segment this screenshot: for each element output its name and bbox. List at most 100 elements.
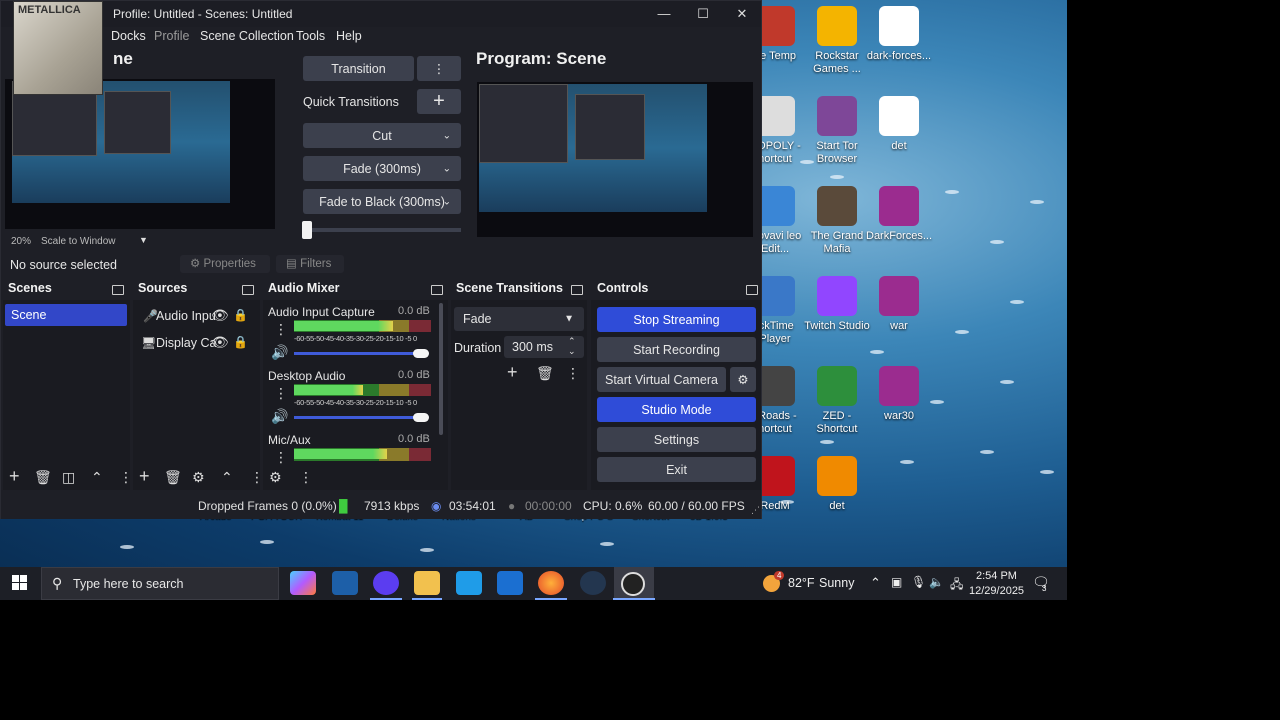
undock-icon[interactable] [571, 285, 583, 295]
add-scene-icon[interactable]: + [9, 467, 20, 485]
firefox-icon[interactable] [538, 571, 564, 595]
undock-icon[interactable] [431, 285, 443, 295]
gear-icon[interactable]: ⚙ [730, 367, 756, 392]
chevron-up-icon[interactable]: ⌃ [221, 470, 233, 484]
more-options-icon[interactable]: ⋮ [566, 366, 580, 380]
store-icon[interactable] [456, 571, 482, 595]
source-item[interactable]: Display Ca [156, 336, 216, 350]
menu-help[interactable]: Help [336, 29, 362, 43]
eye-icon[interactable]: 👁 [211, 308, 229, 322]
scene-item[interactable]: Scene [5, 304, 127, 326]
quick-transition-cut[interactable]: Cut ⌄ [303, 123, 461, 148]
clock-date[interactable]: 12/29/2025 [969, 585, 1024, 597]
desktop-app-icon[interactable] [332, 571, 358, 595]
windows-start-icon[interactable] [12, 575, 28, 591]
undock-icon[interactable] [242, 285, 254, 295]
speaker-icon[interactable]: 🔊 [271, 345, 288, 359]
resize-grip-icon[interactable]: ⋰ [751, 505, 760, 516]
menu-scene-collection[interactable]: Scene Collection [200, 29, 294, 43]
obs-taskbar-button[interactable] [614, 567, 654, 600]
chevron-down-icon[interactable]: ▼ [139, 235, 148, 245]
close-button[interactable]: ✕ [727, 4, 757, 24]
desktop-icon[interactable]: Start Tor Browser [804, 96, 870, 166]
desktop-icon[interactable]: dark-forces... [866, 6, 932, 63]
desktop-icon[interactable]: det [804, 456, 870, 513]
volume-slider[interactable] [294, 416, 419, 419]
transition-select[interactable]: Fade ▼ [454, 307, 584, 331]
studio-mode-button[interactable]: Studio Mode [597, 397, 756, 422]
weather-text[interactable]: Sunny [819, 576, 854, 590]
source-item[interactable]: Audio Inpu [156, 309, 216, 323]
desktop-icon[interactable]: Twitch Studio [804, 276, 870, 333]
chevron-up-icon[interactable]: ⌃ [91, 470, 103, 484]
desktop-icon[interactable]: The Grand Mafia [804, 186, 870, 256]
desktop-icon[interactable]: war [866, 276, 932, 333]
copilot-icon[interactable] [290, 571, 316, 595]
more-options-icon[interactable]: ⋮ [417, 56, 461, 81]
transition-button[interactable]: Transition [303, 56, 414, 81]
settings-button[interactable]: Settings [597, 427, 756, 452]
weather-temp[interactable]: 82°F [788, 576, 815, 590]
spin-down-icon[interactable]: ⌄ [568, 346, 576, 357]
trash-icon[interactable]: 🗑 [536, 366, 554, 380]
mixer-scrollbar[interactable] [439, 303, 443, 435]
start-virtual-camera-button[interactable]: Start Virtual Camera [597, 367, 726, 392]
clock-time[interactable]: 2:54 PM [976, 570, 1017, 582]
minimize-button[interactable]: — [649, 4, 679, 24]
menu-docks[interactable]: Docks [111, 29, 146, 43]
menu-profile[interactable]: Profile [154, 29, 189, 43]
lock-icon[interactable]: 🔒 [233, 335, 248, 349]
volume-knob[interactable] [413, 413, 429, 422]
chevron-up-icon[interactable]: ⌃ [870, 575, 881, 591]
search-box[interactable]: ⚲ Type here to search [41, 567, 279, 600]
scale-mode-select[interactable]: Scale to Window [41, 236, 115, 247]
eye-icon[interactable]: 👁 [211, 335, 229, 349]
network-icon[interactable]: 🖧 [950, 575, 963, 596]
steam-icon[interactable] [580, 571, 606, 595]
stop-streaming-button[interactable]: Stop Streaming [597, 307, 756, 332]
desktop-icon[interactable]: DarkForces... [866, 186, 932, 243]
undock-icon[interactable] [112, 285, 124, 295]
preview-canvas[interactable] [5, 79, 275, 229]
title-bar[interactable]: Profile: Untitled - Scenes: Untitled — ☐… [1, 1, 761, 27]
meet-now-icon[interactable]: ▣ [891, 575, 902, 589]
mail-icon[interactable] [497, 571, 523, 595]
microphone-icon[interactable]: 🎙 [911, 575, 926, 589]
add-quick-transition-button[interactable]: + [417, 89, 461, 114]
volume-knob[interactable] [413, 349, 429, 358]
discord-icon[interactable] [373, 571, 399, 595]
desktop-icon[interactable]: Rockstar Games ... [804, 6, 870, 76]
notification-icon[interactable]: 🗨 [1032, 574, 1050, 591]
properties-button[interactable]: ⚙ Properties [180, 255, 270, 273]
add-transition-icon[interactable]: + [507, 363, 518, 381]
volume-slider[interactable] [294, 352, 419, 355]
lock-icon[interactable]: 🔒 [233, 308, 248, 322]
gear-icon[interactable]: ⚙ [192, 470, 205, 484]
more-options-icon[interactable]: ⋮ [274, 450, 288, 464]
maximize-button[interactable]: ☐ [688, 4, 718, 24]
desktop-icon[interactable]: det [866, 96, 932, 153]
transition-slider-handle[interactable] [302, 221, 312, 239]
trash-icon[interactable]: 🗑 [34, 470, 52, 484]
add-source-icon[interactable]: + [139, 467, 150, 485]
speaker-icon[interactable]: 🔊 [271, 409, 288, 423]
more-options-icon[interactable]: ⋮ [274, 386, 288, 400]
start-recording-button[interactable]: Start Recording [597, 337, 756, 362]
filter-icon[interactable]: ◫ [62, 470, 75, 484]
desktop-icon[interactable]: ZED - Shortcut [804, 366, 870, 436]
menu-tools[interactable]: Tools [296, 29, 325, 43]
trash-icon[interactable]: 🗑 [164, 470, 182, 484]
more-options-icon[interactable]: ⋮ [299, 470, 313, 484]
more-options-icon[interactable]: ⋮ [250, 470, 264, 484]
desktop-icon[interactable]: war30 [866, 366, 932, 423]
undock-icon[interactable] [746, 285, 758, 295]
speaker-icon[interactable]: 🔈 [929, 575, 944, 589]
mixer-settings-icon[interactable]: ⚙ [269, 470, 282, 484]
file-explorer-icon[interactable] [414, 571, 440, 595]
quick-transition-fade-black[interactable]: Fade to Black (300ms) ⌄ [303, 189, 461, 214]
exit-button[interactable]: Exit [597, 457, 756, 482]
more-options-icon[interactable]: ⋮ [274, 322, 288, 336]
quick-transition-fade[interactable]: Fade (300ms) ⌄ [303, 156, 461, 181]
more-options-icon[interactable]: ⋮ [119, 470, 133, 484]
transition-slider[interactable] [303, 228, 461, 232]
